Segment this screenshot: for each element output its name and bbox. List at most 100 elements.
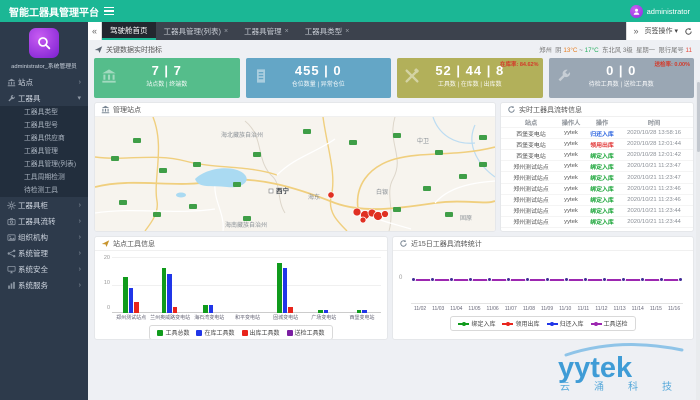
bar[interactable] [362, 310, 367, 313]
operation-badge: 绑定入库 [585, 206, 619, 215]
line-point[interactable] [564, 277, 569, 282]
tab-dashboard[interactable]: 驾驶舱首页 [102, 22, 156, 40]
app-title: 智能工器具管理平台 [0, 4, 96, 19]
sidebar-item-label: 系统服务 [18, 280, 79, 291]
tab-operations-dropdown[interactable]: 页签操作 ▾ [645, 26, 678, 36]
line-point[interactable] [506, 277, 511, 282]
legend-item[interactable]: 出库工具数 [242, 328, 280, 337]
tab-1[interactable]: 工器具管理× [236, 22, 297, 40]
bar[interactable] [357, 310, 362, 313]
sidebar-item-7[interactable]: 系统服务 › [0, 277, 88, 293]
legend-item[interactable]: 工具总数 [157, 328, 189, 337]
bar-chart-plot [112, 257, 381, 313]
line-point[interactable] [659, 277, 664, 282]
legend-item[interactable]: 归还入库 [547, 319, 584, 328]
sidebar-item-2[interactable]: 工器具柜 › [0, 197, 88, 213]
tab-close-icon[interactable]: × [285, 28, 289, 35]
bar-group-2[interactable] [189, 257, 227, 313]
kpi-section-title: 关键数据实时指标 [106, 45, 162, 55]
chevron-right-icon: › [79, 266, 81, 273]
line-point[interactable] [411, 277, 416, 282]
sidebar-subitem-1[interactable]: 工器具型号 [0, 119, 88, 132]
sidebar-user-label: administrator_系统管理员 [0, 61, 88, 70]
bar[interactable] [283, 268, 288, 313]
sidebar: administrator_系统管理员 站点 › 工器具 ▾工器具类型工器具型号… [0, 22, 88, 400]
map-label: 海东 [308, 193, 320, 201]
sidebar-item-3[interactable]: 工器具流转 › [0, 213, 88, 229]
sidebar-item-6[interactable]: 系统安全 › [0, 261, 88, 277]
line-point[interactable] [621, 277, 626, 282]
tabs-collapse-button[interactable]: « [88, 22, 102, 40]
sidebar-subitem-5[interactable]: 工具周期检测 [0, 171, 88, 184]
bar-group-6[interactable] [343, 257, 381, 313]
bar[interactable] [173, 307, 178, 313]
sidebar-item-0[interactable]: 站点 › [0, 74, 88, 90]
bar-group-5[interactable] [304, 257, 342, 313]
tab-close-icon[interactable]: × [224, 28, 228, 35]
line-point[interactable] [487, 277, 492, 282]
line-chart-title: 近15日工器具流转统计 [411, 239, 482, 249]
bar[interactable] [129, 288, 134, 313]
legend-item[interactable]: 工具送检 [591, 319, 628, 328]
line-point[interactable] [678, 277, 683, 282]
user-menu[interactable]: administrator [630, 5, 700, 18]
sidebar-item-label: 系统管理 [18, 248, 79, 259]
bar[interactable] [277, 263, 282, 313]
bar[interactable] [123, 277, 128, 313]
transfer-table-row-5: 郑州测试站点yytek 绑定入库 2020/10/21 11:23:46 [501, 184, 693, 195]
chevron-right-icon: › [79, 234, 81, 241]
line-point[interactable] [525, 277, 530, 282]
kpi-card-label: 仓位数量 | 异常仓位 [246, 79, 392, 88]
line-point[interactable] [583, 277, 588, 282]
sidebar-avatar[interactable] [29, 28, 59, 58]
map-label: 固原 [460, 215, 472, 222]
line-point[interactable] [449, 277, 454, 282]
tab-close-icon[interactable]: × [345, 28, 349, 35]
chart-icon [7, 281, 18, 290]
bar[interactable] [209, 305, 214, 313]
map-label: 白银 [376, 188, 388, 196]
transfer-table-row-8: 郑州测试站点yytek 绑定入库 2020/10/21 11:23:44 [501, 217, 693, 228]
operation-badge: 绑定入库 [585, 162, 619, 171]
tab-0[interactable]: 工器具管理(列表)× [156, 22, 237, 40]
sidebar-subitem-0[interactable]: 工器具类型 [0, 106, 88, 119]
sidebar-subitem-6[interactable]: 待检测工具 [0, 184, 88, 197]
bar[interactable] [162, 268, 167, 313]
sidebar-item-1[interactable]: 工器具 ▾ [0, 90, 88, 106]
bar[interactable] [203, 305, 208, 313]
sidebar-item-4[interactable]: 组织机构 › [0, 229, 88, 245]
bar-group-4[interactable] [266, 257, 304, 313]
sidebar-subitem-4[interactable]: 工器具管理(列表) [0, 158, 88, 171]
vertical-scrollbar[interactable] [696, 80, 700, 400]
app-root: 智能工器具管理平台 administrator « 驾驶舱首页 工器具管理(列表… [0, 0, 700, 400]
line-point[interactable] [602, 277, 607, 282]
sidebar-subitem-3[interactable]: 工器具管理 [0, 145, 88, 158]
tabs-expand-button[interactable]: » [634, 26, 639, 36]
bar-group-3[interactable] [227, 257, 265, 313]
tab-2[interactable]: 工器具类型× [297, 22, 358, 40]
sidebar-item-label: 组织机构 [18, 232, 79, 243]
sites-map[interactable]: 海北藏族自治州中卫西宁海东白银固原海南藏族自治州 [95, 117, 495, 231]
legend-item[interactable]: 领用出库 [502, 319, 539, 328]
tabs-refresh-icon[interactable] [684, 27, 693, 36]
scrollbar-thumb[interactable] [697, 82, 700, 152]
bar[interactable] [134, 302, 139, 313]
menu-toggle-icon[interactable] [104, 5, 114, 17]
bar-group-0[interactable] [112, 257, 150, 313]
transfer-table-row-4: 郑州测试站点yytek 绑定入库 2020/10/21 11:23:47 [501, 172, 693, 183]
bar[interactable] [288, 307, 293, 313]
line-point[interactable] [545, 277, 550, 282]
line-point[interactable] [468, 277, 473, 282]
line-point[interactable] [430, 277, 435, 282]
sidebar-item-5[interactable]: 系统管理 › [0, 245, 88, 261]
line-point[interactable] [640, 277, 645, 282]
legend-item[interactable]: 在库工具数 [196, 328, 234, 337]
bar[interactable] [318, 310, 323, 313]
bar[interactable] [324, 310, 329, 313]
sidebar-subitem-2[interactable]: 工器具供应商 [0, 132, 88, 145]
legend-item[interactable]: 送检工具数 [287, 328, 325, 337]
bar-group-1[interactable] [150, 257, 188, 313]
legend-item[interactable]: 绑定入库 [458, 319, 495, 328]
bar[interactable] [167, 274, 172, 313]
company-logo: yytek 云涌科技 [556, 342, 692, 397]
